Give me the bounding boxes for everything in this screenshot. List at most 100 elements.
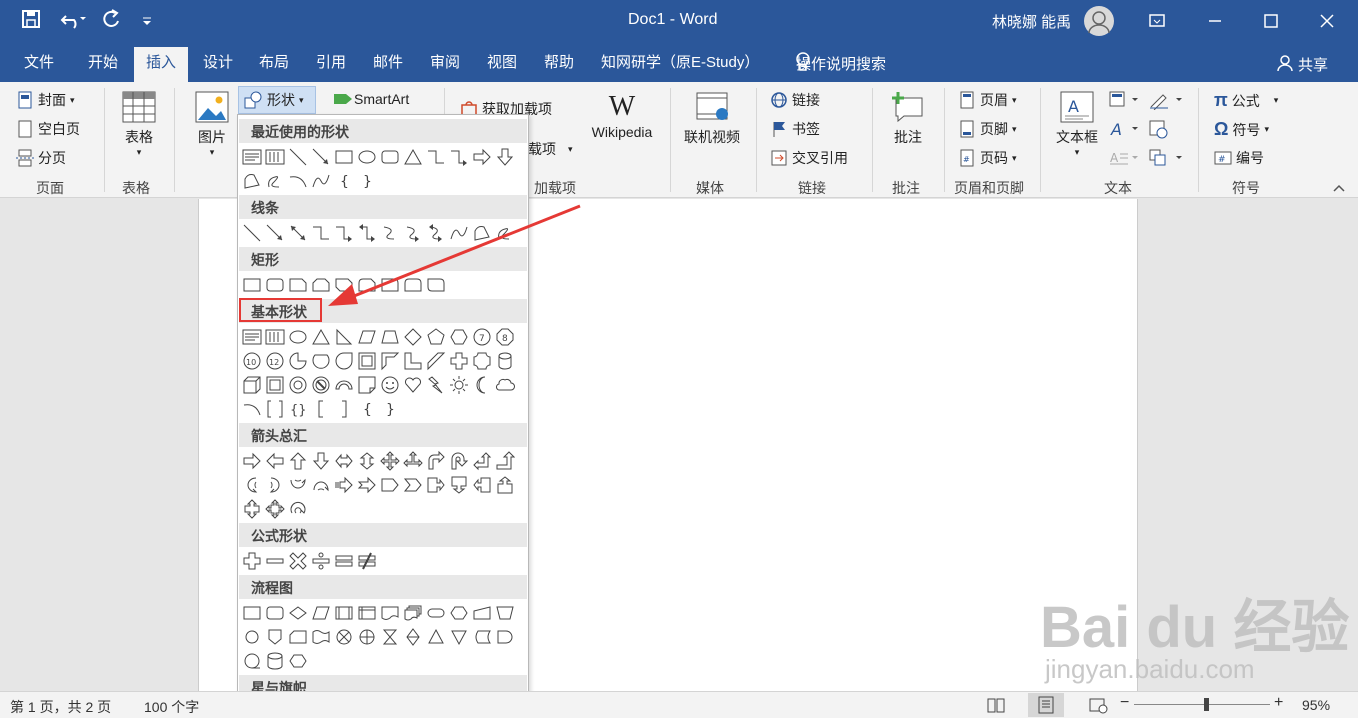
read-mode-icon[interactable] bbox=[986, 696, 1006, 717]
donut-shape-icon[interactable] bbox=[288, 375, 308, 395]
zoom-slider[interactable] bbox=[1134, 698, 1270, 711]
rounded-rectangle-shape-icon[interactable] bbox=[265, 275, 285, 295]
frame-shape-icon[interactable] bbox=[357, 351, 377, 371]
double-bracket-shape-icon[interactable] bbox=[265, 399, 285, 419]
can-shape-icon[interactable] bbox=[495, 351, 515, 371]
minus-shape-icon[interactable] bbox=[265, 551, 285, 571]
tab-e-study[interactable]: 知网研学（原E-Study） bbox=[601, 51, 759, 72]
zoom-level[interactable]: 95% bbox=[1302, 697, 1330, 713]
my-addins-button[interactable]: 载项 ▾ bbox=[528, 139, 573, 159]
tab-review[interactable]: 审阅 bbox=[430, 51, 460, 72]
left-right-arrow-shape-icon[interactable] bbox=[334, 451, 354, 471]
right-arrow-shape-icon[interactable] bbox=[242, 451, 262, 471]
left-arrow-shape-icon[interactable] bbox=[265, 451, 285, 471]
flowchart-display-shape-icon[interactable] bbox=[288, 651, 308, 671]
vertical-textbox-shape-icon[interactable] bbox=[265, 147, 285, 167]
triangle-shape-icon[interactable] bbox=[311, 327, 331, 347]
flowchart-connector-shape-icon[interactable] bbox=[242, 627, 262, 647]
left-bracket-shape-icon[interactable] bbox=[311, 399, 331, 419]
chevron-shape-icon[interactable] bbox=[403, 475, 423, 495]
flowchart-merge-shape-icon[interactable] bbox=[449, 627, 469, 647]
flowchart-multidocument-shape-icon[interactable] bbox=[403, 603, 423, 623]
down-arrow-shape-icon[interactable] bbox=[495, 147, 515, 167]
smiley-face-shape-icon[interactable] bbox=[380, 375, 400, 395]
heart-shape-icon[interactable] bbox=[403, 375, 423, 395]
flowchart-manual-operation-shape-icon[interactable] bbox=[495, 603, 515, 623]
right-brace-shape-icon[interactable]: } bbox=[357, 171, 377, 191]
tell-me-search[interactable]: 操作说明搜索 bbox=[796, 53, 886, 74]
rectangle-shape-icon[interactable] bbox=[242, 275, 262, 295]
tab-insert[interactable]: 插入 bbox=[134, 47, 189, 82]
line-shape-icon[interactable] bbox=[242, 223, 262, 243]
flowchart-summing-junction-shape-icon[interactable] bbox=[334, 627, 354, 647]
flowchart-card-shape-icon[interactable] bbox=[288, 627, 308, 647]
print-layout-icon[interactable] bbox=[1028, 693, 1064, 717]
division-shape-icon[interactable] bbox=[311, 551, 331, 571]
blank-page-button[interactable]: 空白页 bbox=[16, 119, 80, 139]
up-arrow-callout-shape-icon[interactable] bbox=[495, 475, 515, 495]
online-video-button[interactable]: 联机视频 bbox=[680, 90, 744, 147]
equal-shape-icon[interactable] bbox=[334, 551, 354, 571]
flowchart-delay-shape-icon[interactable] bbox=[495, 627, 515, 647]
header-button[interactable]: 页眉 ▾ bbox=[958, 90, 1017, 110]
save-icon[interactable] bbox=[20, 8, 46, 34]
page-break-button[interactable]: 分页 bbox=[16, 148, 66, 168]
multiply-shape-icon[interactable] bbox=[288, 551, 308, 571]
flowchart-or-shape-icon[interactable] bbox=[357, 627, 377, 647]
right-arrow-callout-shape-icon[interactable] bbox=[426, 475, 446, 495]
snip-corner-rectangle-shape-icon[interactable] bbox=[288, 275, 308, 295]
share-button[interactable]: 共享 bbox=[1298, 54, 1328, 75]
textbox-shape-icon[interactable] bbox=[242, 147, 262, 167]
tab-mailings[interactable]: 邮件 bbox=[373, 51, 403, 72]
link-button[interactable]: 链接 bbox=[770, 90, 820, 110]
left-brace-shape-icon[interactable]: { bbox=[334, 171, 354, 191]
left-up-arrow-shape-icon[interactable] bbox=[472, 451, 492, 471]
page-count[interactable]: 第 1 页，共 2 页 bbox=[10, 697, 111, 717]
wikipedia-button[interactable]: W Wikipedia bbox=[584, 90, 660, 140]
line-shape-icon[interactable] bbox=[288, 147, 308, 167]
pie-shape-icon[interactable] bbox=[288, 351, 308, 371]
date-time-icon[interactable] bbox=[1148, 119, 1172, 139]
zoom-out-button[interactable]: − bbox=[1120, 694, 1129, 712]
rectangle-shape-icon[interactable] bbox=[334, 147, 354, 167]
signature-line-icon[interactable] bbox=[1148, 90, 1186, 111]
right-bracket-shape-icon[interactable] bbox=[334, 399, 354, 419]
flowchart-punched-tape-shape-icon[interactable] bbox=[311, 627, 331, 647]
bent-up-arrow-shape-icon[interactable] bbox=[495, 451, 515, 471]
tab-home[interactable]: 开始 bbox=[88, 51, 118, 72]
half-frame-shape-icon[interactable] bbox=[380, 351, 400, 371]
equation-button[interactable]: π 公式 ▾ bbox=[1214, 90, 1278, 111]
bevel-shape-icon[interactable] bbox=[265, 375, 285, 395]
left-arrow-callout-shape-icon[interactable] bbox=[472, 475, 492, 495]
hexagon-shape-icon[interactable] bbox=[449, 327, 469, 347]
flowchart-sequential-storage-shape-icon[interactable] bbox=[242, 651, 262, 671]
parallelogram-shape-icon[interactable] bbox=[357, 327, 377, 347]
undo-icon[interactable] bbox=[60, 8, 86, 34]
smartart-button[interactable]: SmartArt bbox=[332, 90, 409, 108]
down-arrow-shape-icon[interactable] bbox=[311, 451, 331, 471]
curved-up-arrow-shape-icon[interactable] bbox=[288, 475, 308, 495]
up-arrow-shape-icon[interactable] bbox=[288, 451, 308, 471]
oval-shape-icon[interactable] bbox=[288, 327, 308, 347]
textbox-shape-icon[interactable] bbox=[242, 327, 262, 347]
right-triangle-shape-icon[interactable] bbox=[334, 327, 354, 347]
chord-shape-icon[interactable] bbox=[311, 351, 331, 371]
down-arrow-callout-shape-icon[interactable] bbox=[449, 475, 469, 495]
number-button[interactable]: # 编号 bbox=[1214, 148, 1264, 168]
flowchart-decision-shape-icon[interactable] bbox=[288, 603, 308, 623]
customize-qat-icon[interactable] bbox=[140, 8, 166, 34]
quad-arrow-shape-icon[interactable] bbox=[380, 451, 400, 471]
oval-shape-icon[interactable] bbox=[357, 147, 377, 167]
quick-parts-icon[interactable] bbox=[1108, 90, 1142, 110]
dodecagon-shape-icon[interactable]: 12 bbox=[265, 351, 285, 371]
up-down-arrow-shape-icon[interactable] bbox=[357, 451, 377, 471]
tab-help[interactable]: 帮助 bbox=[544, 51, 574, 72]
notched-right-arrow-shape-icon[interactable] bbox=[357, 475, 377, 495]
flowchart-collate-shape-icon[interactable] bbox=[380, 627, 400, 647]
flowchart-preparation-shape-icon[interactable] bbox=[449, 603, 469, 623]
octagon-shape-icon[interactable]: 8 bbox=[495, 327, 515, 347]
bookmark-button[interactable]: 书签 bbox=[770, 119, 820, 139]
right-brace-shape-icon[interactable]: } bbox=[380, 399, 400, 419]
wordart-icon[interactable]: A bbox=[1108, 119, 1142, 139]
arrow-line-shape-icon[interactable] bbox=[311, 147, 331, 167]
